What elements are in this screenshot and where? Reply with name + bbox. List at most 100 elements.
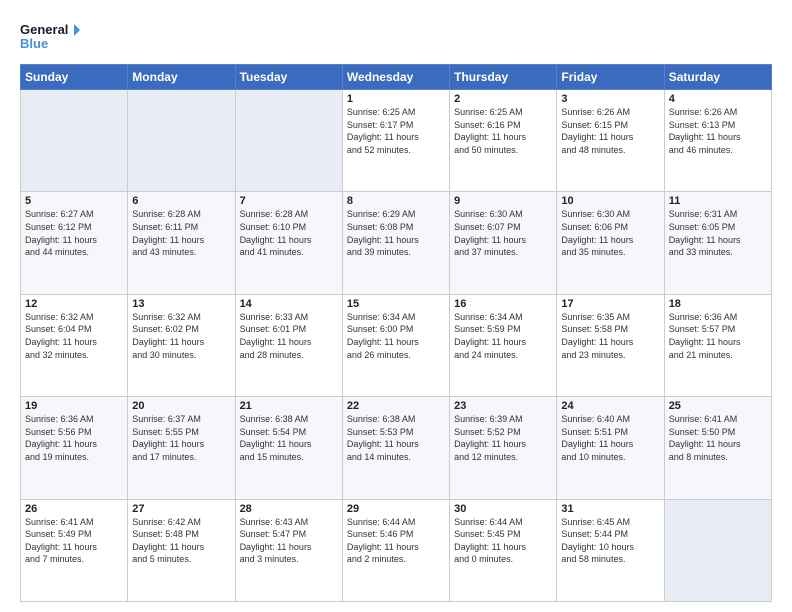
- calendar-cell: 4Sunrise: 6:26 AM Sunset: 6:13 PM Daylig…: [664, 90, 771, 192]
- day-number: 6: [132, 195, 230, 207]
- day-number: 1: [347, 93, 445, 105]
- day-number: 11: [669, 195, 767, 207]
- weekday-header-tuesday: Tuesday: [235, 65, 342, 90]
- day-number: 5: [25, 195, 123, 207]
- calendar-cell: 8Sunrise: 6:29 AM Sunset: 6:08 PM Daylig…: [342, 192, 449, 294]
- calendar-cell: [21, 90, 128, 192]
- day-number: 18: [669, 298, 767, 310]
- day-number: 26: [25, 503, 123, 515]
- weekday-header-thursday: Thursday: [450, 65, 557, 90]
- day-info: Sunrise: 6:36 AM Sunset: 5:56 PM Dayligh…: [25, 413, 123, 463]
- logo: General Blue: [20, 18, 80, 54]
- day-info: Sunrise: 6:25 AM Sunset: 6:16 PM Dayligh…: [454, 106, 552, 156]
- day-info: Sunrise: 6:30 AM Sunset: 6:06 PM Dayligh…: [561, 208, 659, 258]
- day-info: Sunrise: 6:41 AM Sunset: 5:49 PM Dayligh…: [25, 516, 123, 566]
- weekday-header-row: SundayMondayTuesdayWednesdayThursdayFrid…: [21, 65, 772, 90]
- calendar-week-row: 12Sunrise: 6:32 AM Sunset: 6:04 PM Dayli…: [21, 294, 772, 396]
- calendar-week-row: 26Sunrise: 6:41 AM Sunset: 5:49 PM Dayli…: [21, 499, 772, 601]
- day-number: 8: [347, 195, 445, 207]
- calendar-cell: 20Sunrise: 6:37 AM Sunset: 5:55 PM Dayli…: [128, 397, 235, 499]
- calendar-cell: 30Sunrise: 6:44 AM Sunset: 5:45 PM Dayli…: [450, 499, 557, 601]
- calendar-cell: 6Sunrise: 6:28 AM Sunset: 6:11 PM Daylig…: [128, 192, 235, 294]
- day-info: Sunrise: 6:38 AM Sunset: 5:54 PM Dayligh…: [240, 413, 338, 463]
- day-number: 23: [454, 400, 552, 412]
- calendar-cell: 28Sunrise: 6:43 AM Sunset: 5:47 PM Dayli…: [235, 499, 342, 601]
- day-number: 15: [347, 298, 445, 310]
- weekday-header-friday: Friday: [557, 65, 664, 90]
- day-number: 7: [240, 195, 338, 207]
- calendar-cell: 13Sunrise: 6:32 AM Sunset: 6:02 PM Dayli…: [128, 294, 235, 396]
- svg-text:General: General: [20, 22, 68, 37]
- calendar-week-row: 1Sunrise: 6:25 AM Sunset: 6:17 PM Daylig…: [21, 90, 772, 192]
- calendar-cell: 17Sunrise: 6:35 AM Sunset: 5:58 PM Dayli…: [557, 294, 664, 396]
- calendar-cell: 14Sunrise: 6:33 AM Sunset: 6:01 PM Dayli…: [235, 294, 342, 396]
- day-info: Sunrise: 6:40 AM Sunset: 5:51 PM Dayligh…: [561, 413, 659, 463]
- day-info: Sunrise: 6:36 AM Sunset: 5:57 PM Dayligh…: [669, 311, 767, 361]
- calendar-cell: 11Sunrise: 6:31 AM Sunset: 6:05 PM Dayli…: [664, 192, 771, 294]
- calendar-cell: 27Sunrise: 6:42 AM Sunset: 5:48 PM Dayli…: [128, 499, 235, 601]
- day-number: 17: [561, 298, 659, 310]
- calendar-cell: [664, 499, 771, 601]
- day-info: Sunrise: 6:25 AM Sunset: 6:17 PM Dayligh…: [347, 106, 445, 156]
- day-number: 25: [669, 400, 767, 412]
- calendar-table: SundayMondayTuesdayWednesdayThursdayFrid…: [20, 64, 772, 602]
- day-number: 28: [240, 503, 338, 515]
- day-info: Sunrise: 6:44 AM Sunset: 5:46 PM Dayligh…: [347, 516, 445, 566]
- day-number: 14: [240, 298, 338, 310]
- day-info: Sunrise: 6:32 AM Sunset: 6:02 PM Dayligh…: [132, 311, 230, 361]
- calendar-cell: [235, 90, 342, 192]
- day-number: 13: [132, 298, 230, 310]
- day-number: 10: [561, 195, 659, 207]
- day-info: Sunrise: 6:29 AM Sunset: 6:08 PM Dayligh…: [347, 208, 445, 258]
- calendar-cell: 5Sunrise: 6:27 AM Sunset: 6:12 PM Daylig…: [21, 192, 128, 294]
- day-info: Sunrise: 6:28 AM Sunset: 6:11 PM Dayligh…: [132, 208, 230, 258]
- day-info: Sunrise: 6:26 AM Sunset: 6:15 PM Dayligh…: [561, 106, 659, 156]
- day-info: Sunrise: 6:34 AM Sunset: 5:59 PM Dayligh…: [454, 311, 552, 361]
- weekday-header-wednesday: Wednesday: [342, 65, 449, 90]
- calendar-cell: 24Sunrise: 6:40 AM Sunset: 5:51 PM Dayli…: [557, 397, 664, 499]
- day-number: 12: [25, 298, 123, 310]
- day-number: 31: [561, 503, 659, 515]
- day-number: 9: [454, 195, 552, 207]
- day-number: 16: [454, 298, 552, 310]
- day-info: Sunrise: 6:39 AM Sunset: 5:52 PM Dayligh…: [454, 413, 552, 463]
- day-number: 3: [561, 93, 659, 105]
- day-number: 30: [454, 503, 552, 515]
- weekday-header-sunday: Sunday: [21, 65, 128, 90]
- day-number: 29: [347, 503, 445, 515]
- day-info: Sunrise: 6:38 AM Sunset: 5:53 PM Dayligh…: [347, 413, 445, 463]
- day-number: 4: [669, 93, 767, 105]
- calendar-cell: 23Sunrise: 6:39 AM Sunset: 5:52 PM Dayli…: [450, 397, 557, 499]
- day-info: Sunrise: 6:31 AM Sunset: 6:05 PM Dayligh…: [669, 208, 767, 258]
- calendar-cell: [128, 90, 235, 192]
- day-info: Sunrise: 6:32 AM Sunset: 6:04 PM Dayligh…: [25, 311, 123, 361]
- weekday-header-monday: Monday: [128, 65, 235, 90]
- calendar-cell: 10Sunrise: 6:30 AM Sunset: 6:06 PM Dayli…: [557, 192, 664, 294]
- calendar-cell: 15Sunrise: 6:34 AM Sunset: 6:00 PM Dayli…: [342, 294, 449, 396]
- day-info: Sunrise: 6:45 AM Sunset: 5:44 PM Dayligh…: [561, 516, 659, 566]
- day-number: 20: [132, 400, 230, 412]
- calendar-cell: 25Sunrise: 6:41 AM Sunset: 5:50 PM Dayli…: [664, 397, 771, 499]
- day-info: Sunrise: 6:27 AM Sunset: 6:12 PM Dayligh…: [25, 208, 123, 258]
- weekday-header-saturday: Saturday: [664, 65, 771, 90]
- day-number: 24: [561, 400, 659, 412]
- day-number: 2: [454, 93, 552, 105]
- day-number: 22: [347, 400, 445, 412]
- day-info: Sunrise: 6:28 AM Sunset: 6:10 PM Dayligh…: [240, 208, 338, 258]
- calendar-week-row: 19Sunrise: 6:36 AM Sunset: 5:56 PM Dayli…: [21, 397, 772, 499]
- header: General Blue: [20, 18, 772, 54]
- svg-text:Blue: Blue: [20, 36, 48, 51]
- day-info: Sunrise: 6:34 AM Sunset: 6:00 PM Dayligh…: [347, 311, 445, 361]
- day-number: 19: [25, 400, 123, 412]
- calendar-cell: 26Sunrise: 6:41 AM Sunset: 5:49 PM Dayli…: [21, 499, 128, 601]
- day-info: Sunrise: 6:42 AM Sunset: 5:48 PM Dayligh…: [132, 516, 230, 566]
- day-number: 27: [132, 503, 230, 515]
- calendar-cell: 29Sunrise: 6:44 AM Sunset: 5:46 PM Dayli…: [342, 499, 449, 601]
- calendar-cell: 19Sunrise: 6:36 AM Sunset: 5:56 PM Dayli…: [21, 397, 128, 499]
- day-number: 21: [240, 400, 338, 412]
- day-info: Sunrise: 6:30 AM Sunset: 6:07 PM Dayligh…: [454, 208, 552, 258]
- day-info: Sunrise: 6:41 AM Sunset: 5:50 PM Dayligh…: [669, 413, 767, 463]
- calendar-cell: 7Sunrise: 6:28 AM Sunset: 6:10 PM Daylig…: [235, 192, 342, 294]
- calendar-cell: 9Sunrise: 6:30 AM Sunset: 6:07 PM Daylig…: [450, 192, 557, 294]
- day-info: Sunrise: 6:43 AM Sunset: 5:47 PM Dayligh…: [240, 516, 338, 566]
